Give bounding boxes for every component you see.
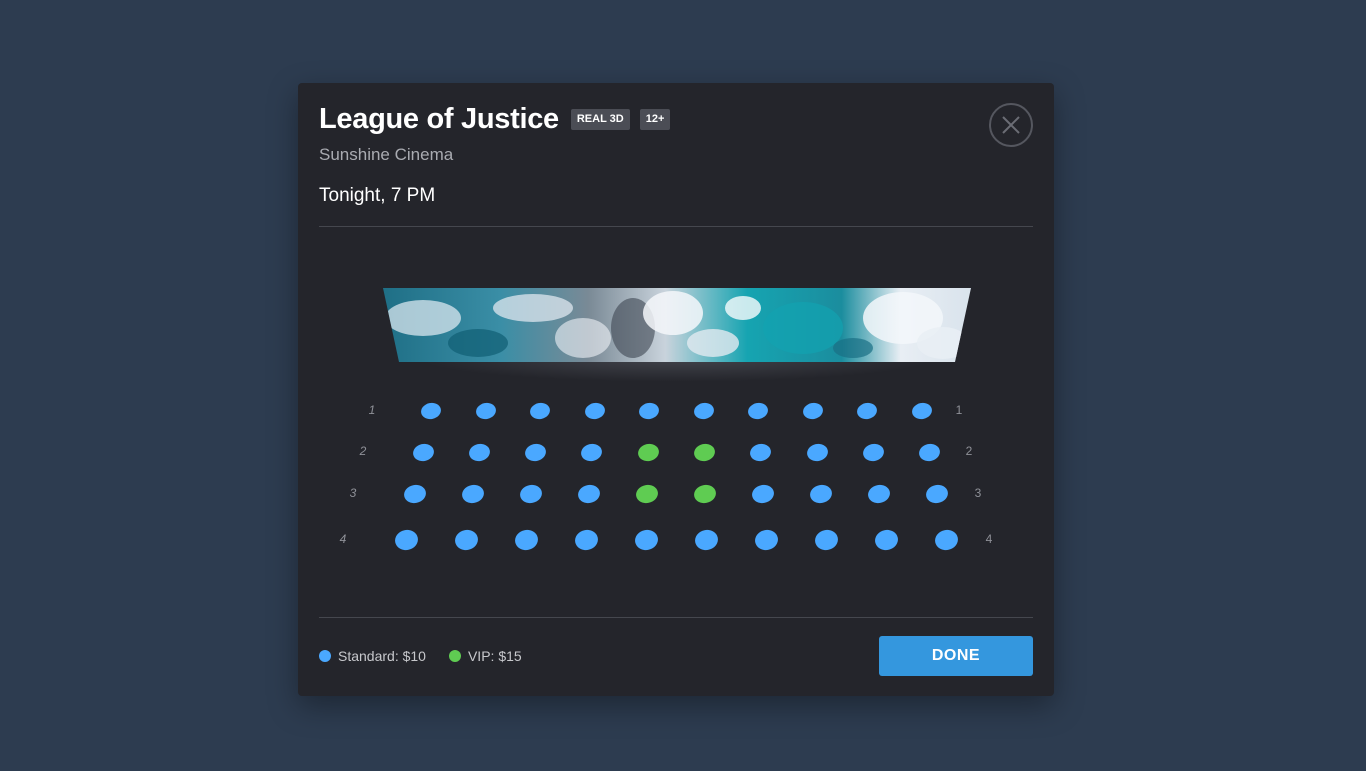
- seat-selection-dialog: League of Justice REAL 3D 12+ Sunshine C…: [298, 83, 1054, 696]
- close-button[interactable]: [989, 103, 1033, 147]
- showtime: Tonight, 7 PM: [319, 185, 436, 206]
- done-button[interactable]: DONE: [879, 636, 1033, 676]
- title-row: League of Justice REAL 3D 12+: [319, 103, 671, 136]
- row-label-right: 3: [974, 486, 982, 500]
- standard-seat[interactable]: [576, 482, 602, 506]
- standard-seat[interactable]: [692, 401, 715, 421]
- standard-seat[interactable]: [692, 527, 720, 553]
- standard-seat[interactable]: [746, 401, 770, 421]
- standard-seat[interactable]: [812, 527, 840, 553]
- vip-seat[interactable]: [692, 441, 717, 463]
- standard-seat[interactable]: [572, 527, 600, 553]
- standard-seat[interactable]: [523, 441, 548, 463]
- vip-seat[interactable]: [692, 482, 718, 506]
- standard-seat[interactable]: [512, 527, 540, 553]
- standard-seat[interactable]: [392, 527, 420, 553]
- standard-seat[interactable]: [583, 401, 606, 421]
- standard-seat[interactable]: [518, 482, 544, 506]
- standard-seat[interactable]: [910, 401, 933, 421]
- standard-seat[interactable]: [861, 441, 886, 463]
- standard-seat[interactable]: [752, 527, 780, 553]
- footer-divider: [319, 617, 1033, 618]
- vip-seat[interactable]: [634, 482, 660, 506]
- legend-standard-label: Standard: $10: [338, 648, 426, 664]
- cinema-screen: [383, 288, 971, 362]
- standard-seat[interactable]: [872, 527, 900, 553]
- standard-seat[interactable]: [866, 482, 892, 506]
- header-divider: [319, 226, 1033, 227]
- row-label-right: 2: [965, 444, 973, 458]
- standard-seat[interactable]: [474, 401, 497, 421]
- standard-seat[interactable]: [579, 441, 604, 463]
- legend-standard: Standard: $10: [319, 648, 426, 664]
- standard-seat[interactable]: [637, 401, 661, 421]
- standard-seat[interactable]: [932, 527, 960, 553]
- standard-seat[interactable]: [805, 441, 830, 463]
- standard-seat[interactable]: [748, 441, 773, 463]
- row-label-left: 3: [349, 486, 357, 500]
- row-label-right: 4: [985, 532, 993, 546]
- standard-seat[interactable]: [750, 482, 776, 506]
- vip-dot-icon: [448, 650, 461, 662]
- cinema-name: Sunshine Cinema: [319, 145, 454, 164]
- standard-dot-icon: [319, 650, 331, 662]
- screen-image: [383, 288, 971, 362]
- age-rating-badge: 12+: [639, 109, 671, 130]
- close-icon: [1002, 116, 1020, 134]
- row-label-left: 2: [359, 444, 367, 458]
- standard-seat[interactable]: [924, 482, 950, 506]
- row-label-left: 1: [368, 403, 376, 417]
- standard-seat[interactable]: [452, 527, 480, 553]
- standard-seat[interactable]: [467, 441, 492, 463]
- standard-seat[interactable]: [410, 441, 436, 463]
- row-label-right: 1: [955, 403, 963, 417]
- standard-seat[interactable]: [632, 527, 660, 553]
- format-badge: REAL 3D: [570, 109, 630, 130]
- legend-vip: VIP: $15: [448, 648, 522, 664]
- standard-seat[interactable]: [528, 401, 552, 421]
- standard-seat[interactable]: [855, 401, 879, 421]
- standard-seat[interactable]: [402, 482, 428, 506]
- row-label-left: 4: [339, 532, 347, 546]
- movie-title: League of Justice: [319, 103, 559, 135]
- standard-seat[interactable]: [801, 401, 824, 421]
- legend-vip-label: VIP: $15: [467, 648, 522, 664]
- standard-seat[interactable]: [460, 482, 486, 506]
- standard-seat[interactable]: [917, 441, 942, 463]
- standard-seat[interactable]: [808, 482, 834, 506]
- vip-seat[interactable]: [636, 441, 661, 463]
- seat-map: 1 1 2 2 3 3 4 4: [298, 83, 1054, 696]
- price-legend: Standard: $10 VIP: $15: [319, 648, 545, 664]
- standard-seat[interactable]: [419, 401, 443, 421]
